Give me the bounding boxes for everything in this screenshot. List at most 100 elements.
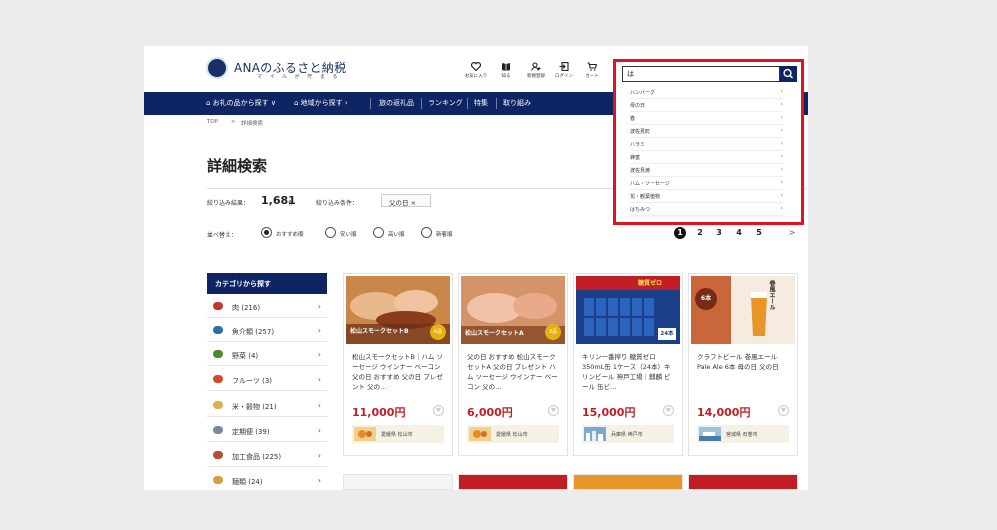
product-location[interactable]: 兵庫県 神戸市 bbox=[582, 425, 674, 443]
category-rice[interactable]: 米・穀物 (21) › bbox=[207, 396, 327, 417]
sort-option-label: 高い順 bbox=[388, 232, 405, 238]
chevron-right-icon: › bbox=[780, 166, 783, 173]
sort-radio-new[interactable] bbox=[421, 227, 432, 238]
product-card-peek[interactable] bbox=[458, 474, 568, 490]
page-next[interactable]: > bbox=[786, 227, 798, 239]
favorite-button[interactable]: お気に入り bbox=[462, 62, 490, 79]
favorite-heart-icon[interactable]: ♥ bbox=[548, 405, 559, 416]
cart-label: カート bbox=[585, 74, 599, 79]
suggestion-item[interactable]: ハム・ソーセージ › bbox=[630, 177, 783, 190]
product-card-peek[interactable] bbox=[573, 474, 683, 490]
suggestion-item[interactable]: ハラミ › bbox=[630, 138, 783, 151]
suggestion-label: 花・観葉植物 bbox=[630, 194, 661, 200]
product-image-caption: 松山スモークセットB bbox=[350, 328, 409, 335]
sort-radio-recommended[interactable] bbox=[261, 227, 272, 238]
chevron-right-icon: › bbox=[780, 205, 783, 212]
category-label: 麺類 (24) bbox=[232, 478, 263, 486]
chevron-right-icon: › bbox=[317, 350, 321, 359]
sort-radio-expensive[interactable] bbox=[373, 227, 384, 238]
category-label: 魚介類 (257) bbox=[232, 328, 275, 336]
city-icon bbox=[584, 427, 606, 441]
favorite-heart-icon[interactable]: ♥ bbox=[663, 405, 674, 416]
suggestion-label: はちみつ bbox=[630, 207, 651, 213]
favorite-heart-icon[interactable]: ♥ bbox=[778, 405, 789, 416]
chevron-right-icon: › bbox=[317, 426, 321, 435]
product-image bbox=[691, 276, 795, 344]
category-label: 肉 (216) bbox=[232, 304, 261, 312]
register-button[interactable]: 新規登録 bbox=[522, 62, 550, 79]
suggestion-item[interactable]: 蜂蜜 › bbox=[630, 151, 783, 164]
login-button[interactable]: ログイン bbox=[550, 62, 578, 79]
nav-item-by-region[interactable]: ⌂ 地域から探す › bbox=[294, 98, 348, 108]
product-badge: 6本 bbox=[695, 288, 717, 310]
product-card-peek[interactable] bbox=[688, 474, 798, 490]
suggestion-item[interactable]: 波佐見焼 › bbox=[630, 164, 783, 177]
meat-icon bbox=[213, 302, 223, 310]
suggestion-item[interactable]: 母の日 › bbox=[630, 99, 783, 112]
location-label: 愛媛県 松山市 bbox=[381, 432, 413, 438]
category-fruit[interactable]: フルーツ (3) › bbox=[207, 370, 327, 391]
sort-option-label: 新着順 bbox=[436, 232, 453, 238]
suggestion-label: 波佐見町 bbox=[630, 129, 651, 135]
nav-item-travel[interactable]: 旅の返礼品 bbox=[379, 98, 414, 108]
suggestion-item[interactable]: ハンバーグ › bbox=[630, 86, 783, 99]
nav-item-ranking[interactable]: ランキング bbox=[428, 98, 463, 108]
product-card[interactable]: 6本 巻風エール クラフトビール 巻風エール Pale Ale 6本 母の日 父… bbox=[688, 273, 798, 456]
location-label: 愛媛県 松山市 bbox=[496, 432, 528, 438]
suggestion-label: 蜂蜜 bbox=[630, 155, 641, 161]
nav-item-by-gift[interactable]: ⌂ お礼の品から探す ∨ bbox=[206, 98, 276, 108]
guide-button[interactable]: 知る bbox=[492, 62, 520, 79]
category-seafood[interactable]: 魚介類 (257) › bbox=[207, 321, 327, 342]
sort-radio-cheap[interactable] bbox=[325, 227, 336, 238]
product-name[interactable]: クラフトビール 巻風エール Pale Ale 6本 母の日 父の日 bbox=[697, 352, 791, 392]
favorite-heart-icon[interactable]: ♥ bbox=[433, 405, 444, 416]
cart-button[interactable]: カート bbox=[578, 62, 606, 79]
category-noodles[interactable]: 麺類 (24) › bbox=[207, 471, 327, 490]
logo-icon[interactable] bbox=[206, 57, 228, 79]
search-button[interactable] bbox=[780, 66, 797, 82]
nav-item-feature[interactable]: 特集 bbox=[474, 98, 488, 108]
nav-item-initiatives[interactable]: 取り組み bbox=[503, 98, 531, 108]
category-subscription[interactable]: 定期便 (39) › bbox=[207, 421, 327, 442]
user-add-icon bbox=[531, 62, 541, 71]
page-4[interactable]: 4 bbox=[733, 227, 745, 239]
product-name[interactable]: キリン一番搾り 糖質ゼロ 350mL缶 1ケース（24本）キリンビール 神戸工場… bbox=[582, 352, 676, 392]
product-location[interactable]: 宮城県 石巻市 bbox=[697, 425, 789, 443]
cart-icon bbox=[587, 62, 597, 71]
page-2[interactable]: 2 bbox=[694, 227, 706, 239]
category-meat[interactable]: 肉 (216) › bbox=[207, 297, 327, 318]
suggestion-item[interactable]: はちみつ › bbox=[630, 203, 783, 216]
noodle-icon bbox=[213, 476, 223, 484]
product-name[interactable]: 松山スモークセットB｜ハム ソーセージ ウインナー ベーコン 父の日 おすすめ … bbox=[352, 352, 446, 392]
page-1[interactable]: 1 bbox=[674, 227, 686, 239]
product-card-peek[interactable] bbox=[343, 474, 453, 490]
chevron-right-icon: › bbox=[317, 302, 321, 311]
product-location[interactable]: 愛媛県 松山市 bbox=[352, 425, 444, 443]
product-card[interactable]: 松山スモークセットA 3品 父の日 おすすめ 松山スモークセットA 父の日 プレ… bbox=[458, 273, 568, 456]
suggestion-item[interactable]: 花・観葉植物 › bbox=[630, 190, 783, 203]
result-label: 絞り込み結果： bbox=[207, 200, 250, 207]
page-5[interactable]: 5 bbox=[753, 227, 765, 239]
product-card[interactable]: 松山スモークセットB 6品 松山スモークセットB｜ハム ソーセージ ウインナー … bbox=[343, 273, 453, 456]
breadcrumb-separator: > bbox=[231, 119, 236, 125]
filter-chip-fathers-day[interactable]: 父の日 × bbox=[381, 194, 431, 207]
sort-label: 並べ替え： bbox=[207, 232, 238, 239]
search-input[interactable]: は bbox=[622, 66, 780, 82]
chevron-right-icon: › bbox=[780, 127, 783, 134]
sort-option-label: おすすめ順 bbox=[276, 232, 304, 238]
category-processed[interactable]: 加工食品 (225) › bbox=[207, 446, 327, 467]
page-3[interactable]: 3 bbox=[713, 227, 725, 239]
product-badge: 6品 bbox=[430, 324, 446, 340]
product-location[interactable]: 愛媛県 松山市 bbox=[467, 425, 559, 443]
suggestion-item[interactable]: 春 › bbox=[630, 112, 783, 125]
location-label: 宮城県 石巻市 bbox=[726, 432, 758, 438]
category-vegetables[interactable]: 野菜 (4) › bbox=[207, 345, 327, 366]
chevron-right-icon: › bbox=[780, 114, 783, 121]
vegetable-icon bbox=[213, 350, 223, 358]
product-card[interactable]: 糖質ゼロ 24本 キリン一番搾り 糖質ゼロ 350mL缶 1ケース（24本）キリ… bbox=[573, 273, 683, 456]
suggestion-item[interactable]: 波佐見町 › bbox=[630, 125, 783, 138]
fish-icon bbox=[213, 326, 223, 334]
breadcrumb-home[interactable]: TOP bbox=[207, 119, 218, 125]
product-name[interactable]: 父の日 おすすめ 松山スモークセットA 父の日 プレゼント ハム ソーセージ ウ… bbox=[467, 352, 561, 392]
search-suggestion-panel: は ハンバーグ › 母の日 › 春 › 波佐見町 › ハラミ › 蜂蜜 › 波佐見焼 › ハム… bbox=[613, 59, 804, 225]
